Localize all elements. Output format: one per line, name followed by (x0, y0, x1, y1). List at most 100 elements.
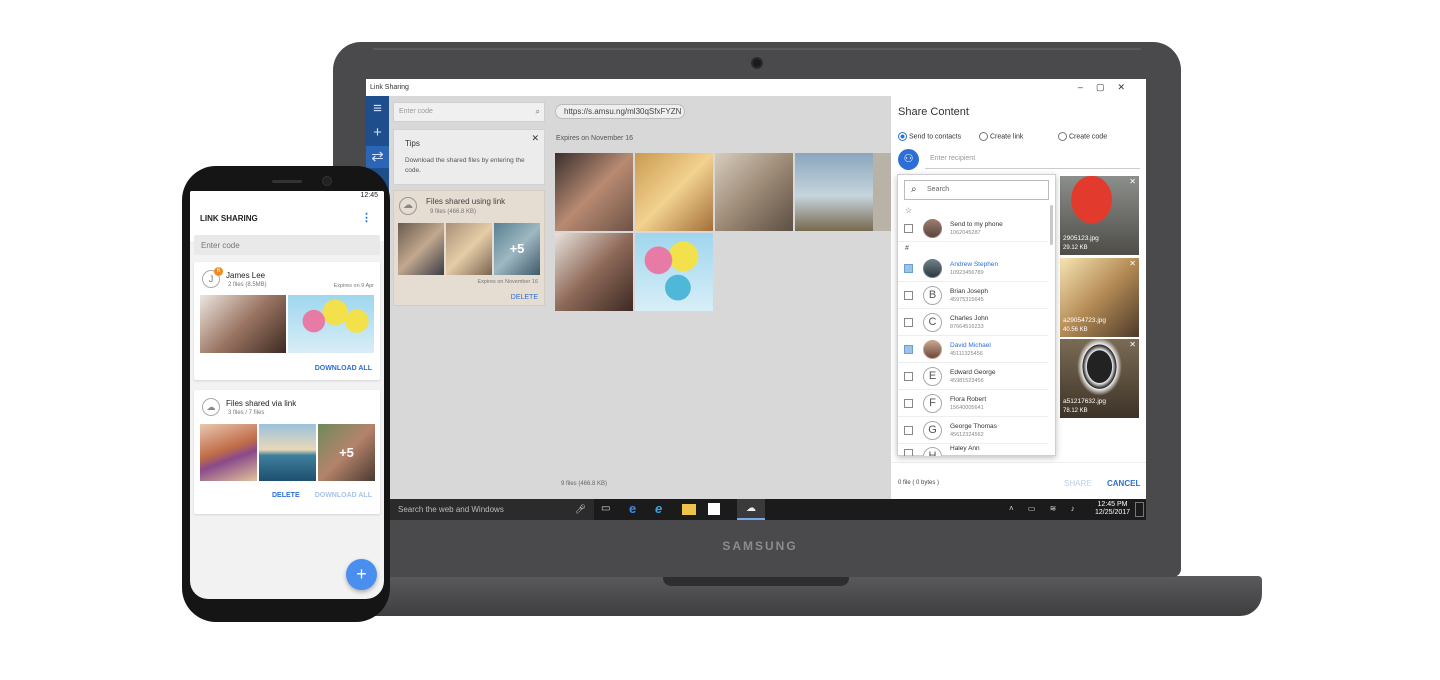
contact-row[interactable]: C Charles John 87664516233 (898, 309, 1048, 336)
contact-row[interactable]: David Michael 45111325456 (898, 336, 1048, 363)
contact-number: 45111325456 (950, 351, 983, 357)
photo[interactable] (635, 153, 713, 231)
contact-name: Charles John (950, 315, 989, 322)
contact-checkbox[interactable] (904, 345, 913, 354)
laptop-hinge-notch (663, 576, 849, 586)
contact-row[interactable]: G George Thomas 45612324562 (898, 417, 1048, 444)
send-to-contacts-option[interactable]: Send to contacts (898, 132, 961, 141)
search-placeholder: Search (927, 186, 950, 193)
share-button[interactable]: SHARE (1064, 479, 1092, 488)
minimize-button[interactable]: – (1078, 82, 1096, 92)
download-all-button[interactable]: DOWNLOAD ALL (315, 365, 372, 372)
contact-checkbox[interactable] (904, 224, 913, 233)
clock-date: 12/25/2017 (1095, 509, 1131, 516)
add-icon[interactable]: + (366, 122, 389, 144)
share-url[interactable]: https://s.amsu.ng/ml30qSfxFYZN (555, 104, 685, 119)
shared-link-card[interactable]: ☁ Files shared via link 3 files / 7 file… (194, 390, 380, 514)
enter-code-input[interactable]: Enter code ⌕ (393, 102, 545, 122)
received-card[interactable]: J 6 James Lee 2 files (8.5MB) Expires on… (194, 262, 380, 380)
card-title: Files shared via link (226, 399, 297, 408)
download-all-button[interactable]: DOWNLOAD ALL (315, 492, 372, 499)
photo[interactable] (635, 233, 713, 311)
photo[interactable] (200, 295, 286, 353)
photo[interactable] (555, 153, 633, 231)
contact-name: Brian Joseph (950, 288, 988, 295)
files-meta: 3 files / 7 files (228, 410, 265, 416)
contact-checkbox[interactable] (904, 318, 913, 327)
more-files-overlay[interactable]: +5 (494, 223, 540, 275)
search-icon[interactable]: ⌕ (536, 107, 540, 117)
photo[interactable] (795, 153, 873, 231)
store-icon[interactable] (708, 503, 720, 515)
contact-row[interactable]: H Haley Ann (898, 443, 1048, 456)
thumb-filename: a51217632.jpg (1063, 398, 1107, 405)
recipient-input[interactable]: Enter recipient (925, 149, 1140, 169)
delete-button[interactable]: DELETE (272, 492, 300, 499)
file-explorer-icon[interactable] (682, 504, 696, 515)
selected-thumbnail[interactable]: 2905123.jpg 29.12 KB ✕ (1060, 176, 1139, 255)
contact-checkbox[interactable] (904, 264, 913, 273)
remove-icon[interactable]: ✕ (1129, 259, 1136, 268)
contact-checkbox[interactable] (904, 372, 913, 381)
contact-checkbox[interactable] (904, 291, 913, 300)
contact-row[interactable]: Send to my phone 1062045287 (898, 215, 1048, 242)
radio[interactable] (979, 132, 988, 141)
selected-thumbnail[interactable]: a51217632.jpg 78.12 KB ✕ (1060, 339, 1139, 418)
enter-code-input[interactable]: Enter code (194, 235, 380, 255)
ie-icon[interactable]: e (655, 501, 662, 516)
link-card-title: Files shared using link (426, 197, 506, 206)
maximize-button[interactable]: ▢ (1096, 82, 1118, 92)
contact-search-input[interactable]: ⌕ Search (904, 180, 1049, 200)
edge-icon[interactable]: e (629, 501, 636, 516)
photo[interactable] (288, 295, 374, 353)
photo[interactable] (200, 424, 257, 481)
avatar (923, 259, 942, 278)
scrollbar[interactable] (1050, 205, 1053, 245)
shared-link-card[interactable]: ☁ Files shared using link 9 files (466.8… (393, 190, 545, 306)
count-badge: 6 (214, 267, 223, 276)
link-sharing-taskbar-icon[interactable]: ☁ (737, 499, 765, 520)
photo[interactable] (259, 424, 316, 481)
contact-row[interactable]: Andrew Stephen 10923456789 (898, 255, 1048, 282)
contact-name: Flora Robert (950, 396, 987, 403)
contact-row[interactable]: F Flora Robert 15640005641 (898, 390, 1048, 417)
photo[interactable] (555, 233, 633, 311)
contact-checkbox[interactable] (904, 426, 913, 435)
add-fab-button[interactable]: + (346, 559, 377, 590)
option-label: Create link (989, 133, 1024, 141)
clock[interactable]: 12:45 PM 12/25/2017 (1095, 501, 1130, 517)
contact-number: 1062045287 (950, 230, 981, 236)
contact-row[interactable]: E Edward George 45981523456 (898, 363, 1048, 390)
microphone-icon[interactable]: 🎤︎ (575, 504, 586, 515)
radio-selected[interactable] (898, 132, 907, 141)
create-code-option[interactable]: Create code (1058, 132, 1107, 141)
contact-checkbox[interactable] (904, 399, 913, 408)
close-tips-icon[interactable]: ✕ (531, 133, 539, 144)
more-files-overlay[interactable]: +5 (318, 424, 375, 481)
create-link-option[interactable]: Create link (979, 132, 1023, 141)
contact-row[interactable]: B Brian Joseph 45975315645 (898, 282, 1048, 309)
more-options-icon[interactable]: ⋮ (361, 211, 372, 224)
photo[interactable] (715, 153, 793, 231)
system-tray-icons[interactable]: ˄ ▭ ≋ ♪ (1009, 504, 1081, 513)
notifications-icon[interactable] (1135, 502, 1144, 517)
menu-icon[interactable]: ≡ (366, 98, 389, 120)
task-view-icon[interactable]: ▭ (601, 503, 610, 514)
taskbar-search[interactable]: Search the web and Windows 🎤︎ (389, 499, 594, 520)
remove-icon[interactable]: ✕ (1129, 177, 1136, 186)
footer-divider (891, 462, 1146, 463)
avatar (923, 340, 942, 359)
remove-icon[interactable]: ✕ (1129, 340, 1136, 349)
thumb-size: 29.12 KB (1063, 245, 1088, 251)
add-contact-icon[interactable]: ⚇ (898, 149, 919, 170)
radio[interactable] (1058, 132, 1067, 141)
cancel-button[interactable]: CANCEL (1107, 479, 1140, 488)
close-button[interactable]: ✕ (1117, 82, 1138, 92)
selected-thumbnail[interactable]: a29054723.jpg 40.56 KB ✕ (1060, 258, 1139, 337)
delete-button[interactable]: DELETE (511, 294, 538, 301)
contact-checkbox[interactable] (904, 449, 913, 456)
transfer-icon[interactable]: ⇄ (366, 146, 389, 168)
sender-name: James Lee (226, 271, 266, 280)
contact-number: 15640005641 (950, 405, 984, 411)
photo[interactable] (873, 153, 891, 231)
